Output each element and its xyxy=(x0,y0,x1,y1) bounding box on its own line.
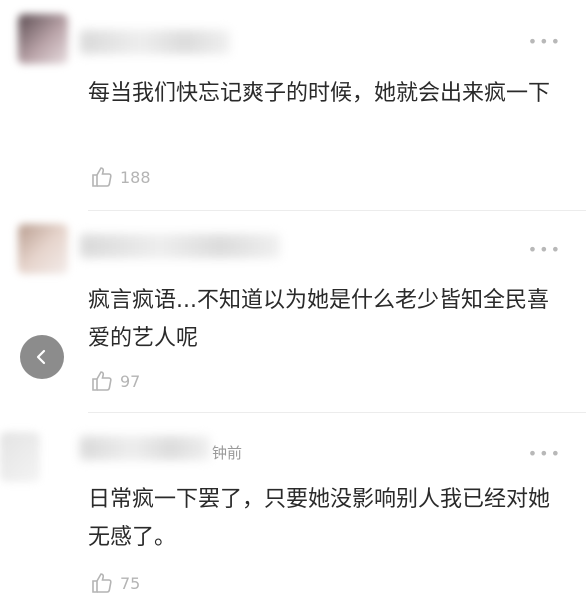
chevron-left-icon xyxy=(36,349,46,365)
more-options-icon[interactable]: ••• xyxy=(528,444,562,463)
comment-text: 每当我们快忘记爽子的时候，她就会出来疯一下 xyxy=(88,81,551,106)
divider xyxy=(88,412,586,413)
like-count: 188 xyxy=(120,167,151,187)
like-button[interactable]: 188 xyxy=(90,165,151,189)
thumbs-up-icon xyxy=(92,167,112,187)
comment-item: ••• 每当我们快忘记爽子的时候，她就会出来疯一下 188 xyxy=(0,0,586,205)
back-button[interactable] xyxy=(20,335,64,379)
like-count: 75 xyxy=(120,573,141,593)
comment-time: 钟前 xyxy=(212,444,243,462)
username-blurred xyxy=(80,436,210,460)
like-count: 97 xyxy=(120,371,141,391)
like-button[interactable]: 97 xyxy=(90,369,140,393)
thumbs-up-icon xyxy=(92,573,112,593)
divider xyxy=(88,210,586,211)
thumbs-up-icon xyxy=(92,371,112,391)
more-options-icon[interactable]: ••• xyxy=(528,240,562,259)
comment-text: 疯言疯语...不知道以为她是什么老少皆知全民喜爱的艺人呢 xyxy=(88,288,549,351)
comment-item: 钟前 ••• 日常疯一下罢了，只要她没影响别人我已经对她无感了。 75 xyxy=(0,414,586,613)
more-options-icon[interactable]: ••• xyxy=(528,32,562,51)
avatar[interactable] xyxy=(0,432,40,482)
comment-text: 日常疯一下罢了，只要她没影响别人我已经对她无感了。 xyxy=(88,487,551,550)
avatar[interactable] xyxy=(18,224,68,274)
comment-item: ••• 疯言疯语...不知道以为她是什么老少皆知全民喜爱的艺人呢 97 xyxy=(0,212,586,412)
like-button[interactable]: 75 xyxy=(90,571,140,595)
avatar[interactable] xyxy=(18,14,68,64)
username-blurred xyxy=(80,234,280,258)
username-blurred xyxy=(80,30,230,54)
